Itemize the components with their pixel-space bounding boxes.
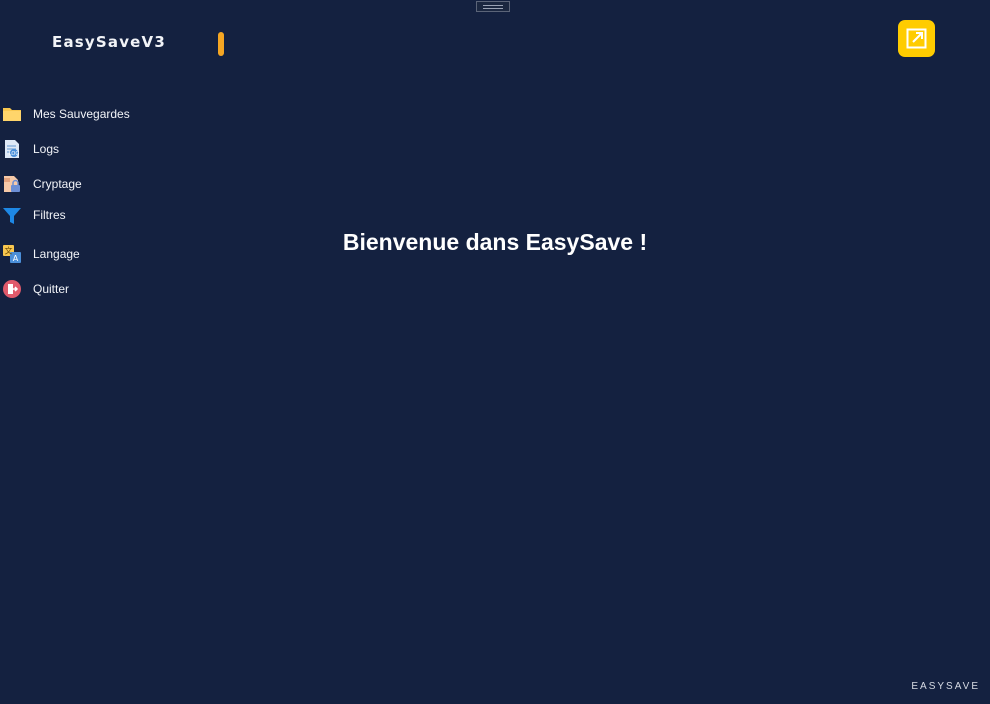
sidebar-item-label: Cryptage	[33, 177, 82, 191]
sidebar-item-quitter[interactable]: Quitter	[0, 275, 190, 303]
folder-icon	[3, 108, 21, 121]
encryption-icon	[4, 176, 20, 192]
welcome-message: Bienvenue dans EasySave !	[342, 229, 648, 255]
sidebar-item-logs[interactable]: LOG Logs	[0, 135, 190, 163]
sidebar-item-label: Filtres	[33, 208, 66, 222]
sidebar-item-mes-sauvegardes[interactable]: Mes Sauvegardes	[0, 100, 190, 128]
svg-text:LOG: LOG	[9, 151, 20, 157]
footer-brand: EASYSAVE	[911, 681, 980, 692]
open-external-button[interactable]	[898, 20, 935, 57]
open-external-icon	[906, 28, 927, 49]
sidebar-item-cryptage[interactable]: Cryptage	[0, 170, 190, 198]
quit-icon	[3, 280, 21, 298]
sidebar-item-label: Logs	[33, 142, 60, 156]
window-drag-handle[interactable]	[476, 1, 510, 12]
sidebar-item-label: Mes Sauvegardes	[33, 107, 130, 121]
app-window: EasySaveV3 Mes Sauvegardes LOG Logs Cryp…	[0, 0, 990, 704]
filter-icon	[3, 208, 21, 224]
sidebar-item-filtres[interactable]: Filtres	[0, 201, 190, 229]
app-title: EasySaveV3	[52, 33, 166, 51]
title-accent-bar	[218, 32, 224, 56]
sidebar-item-label: Quitter	[33, 282, 70, 296]
logs-icon: LOG	[5, 140, 20, 158]
